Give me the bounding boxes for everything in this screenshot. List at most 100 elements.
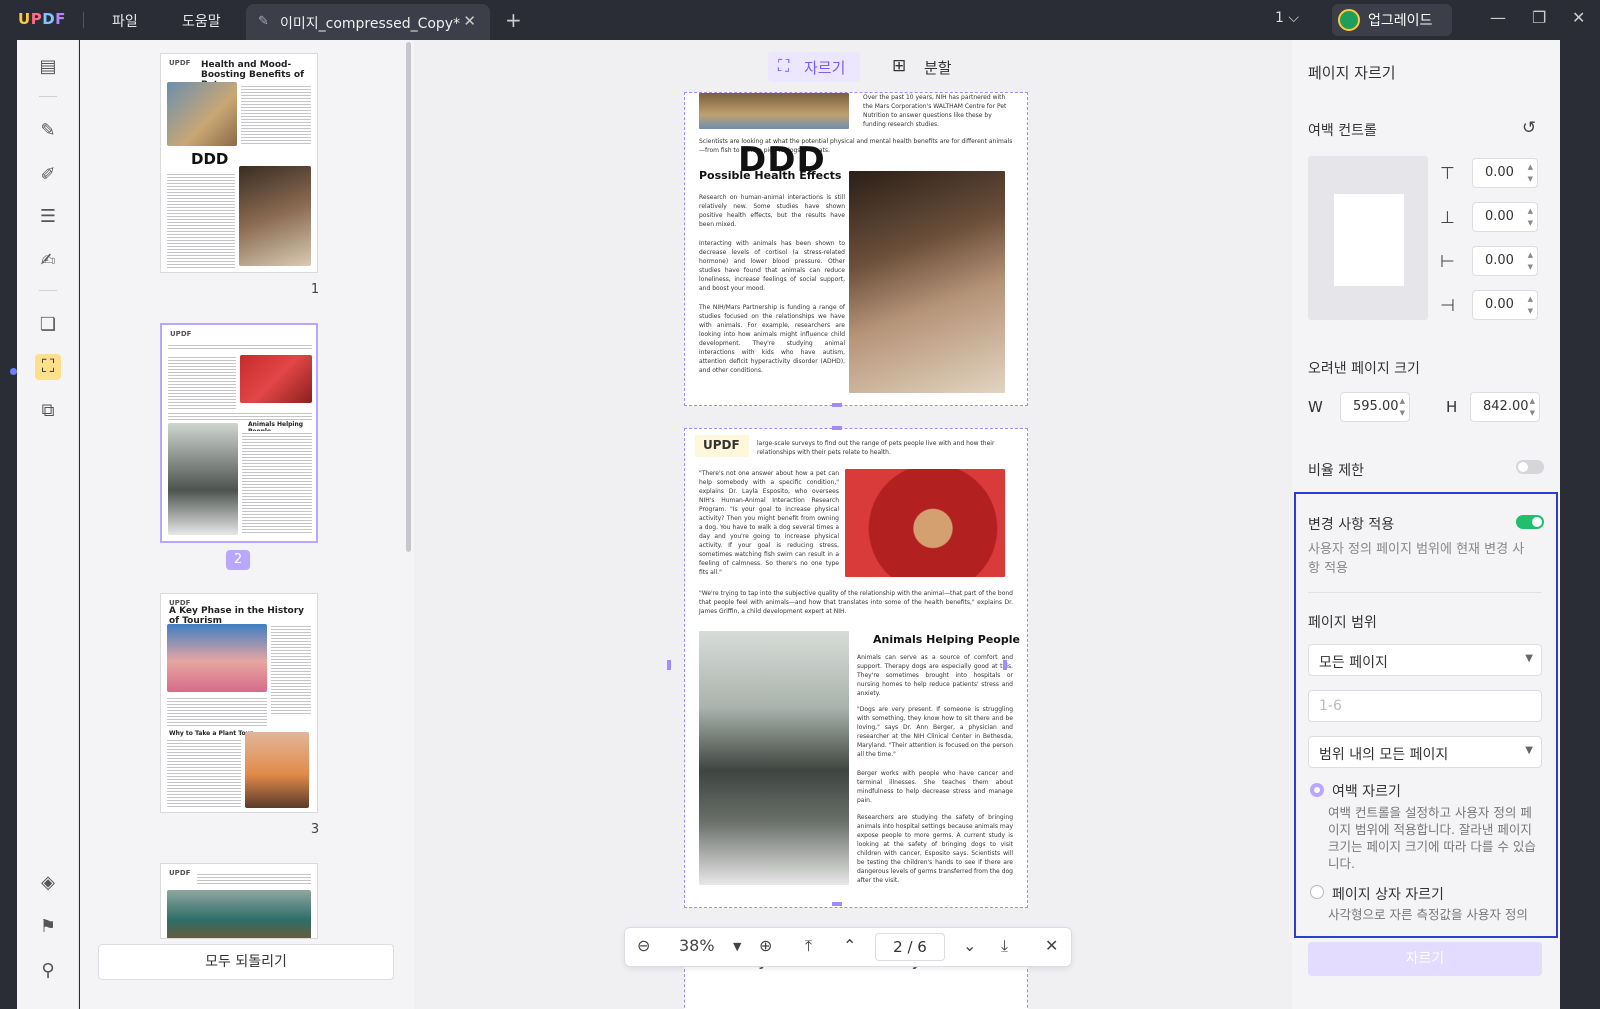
crop-mode-tab[interactable]: ⛶ 자르기 bbox=[768, 52, 860, 82]
last-page-icon[interactable]: ⤓ bbox=[1001, 936, 1008, 956]
crop-tab-label: 자르기 bbox=[804, 59, 846, 77]
reset-all-button[interactable]: 모두 되돌리기 bbox=[98, 944, 394, 980]
stepper-arrows-icon[interactable]: ▲ ▼ bbox=[1528, 249, 1533, 273]
thumb-title: A Key Phase in the History of Tourism bbox=[169, 606, 305, 626]
thumbnail-page-4[interactable]: UPDF bbox=[160, 863, 318, 939]
page2-cat-photo bbox=[699, 631, 849, 885]
stepper-arrows-icon[interactable]: ▲ ▼ bbox=[1528, 161, 1533, 185]
apply-changes-toggle[interactable] bbox=[1516, 515, 1544, 529]
menu-help[interactable]: 도움말 bbox=[182, 11, 221, 31]
thumbnail-page-1[interactable]: UPDF Health and Mood-Boosting Benefits o… bbox=[160, 53, 318, 273]
add-tab-icon[interactable]: + bbox=[505, 8, 522, 32]
app-logo: UPDF bbox=[18, 10, 66, 28]
layers-icon[interactable]: ◈ bbox=[35, 870, 61, 896]
height-input[interactable]: 842.00 ▲ ▼ bbox=[1470, 392, 1540, 422]
first-page-icon[interactable]: ⤒ bbox=[805, 936, 812, 956]
crop-handle[interactable] bbox=[832, 403, 842, 407]
page-range-label: 페이지 범위 bbox=[1308, 615, 1377, 631]
fill-sign-icon[interactable]: ✍ bbox=[35, 248, 61, 274]
attachment-icon[interactable]: ⚲ bbox=[35, 958, 61, 984]
zoom-out-icon[interactable]: ⊖ bbox=[637, 936, 650, 955]
crop-handle[interactable] bbox=[1003, 660, 1007, 670]
right-margin-input[interactable]: 0.00 ▲ ▼ bbox=[1472, 290, 1538, 320]
split-mode-tab[interactable]: ⊞ 분할 bbox=[892, 52, 976, 82]
minimize-icon[interactable]: — bbox=[1490, 8, 1506, 27]
range-placeholder: 1-6 bbox=[1319, 698, 1342, 714]
form-icon[interactable]: ☰ bbox=[35, 204, 61, 230]
preview-page bbox=[1334, 194, 1404, 286]
thumb-text bbox=[241, 84, 311, 144]
thumb-text bbox=[167, 696, 267, 726]
chevron-down-icon: ▼ bbox=[1525, 653, 1533, 664]
thumb-eiffel-photo bbox=[245, 732, 309, 808]
zoom-dropdown-icon[interactable]: ▼ bbox=[733, 940, 741, 953]
page-range-select[interactable]: 모든 페이지 ▼ bbox=[1308, 644, 1542, 676]
panel-title: 페이지 자르기 bbox=[1308, 64, 1396, 82]
tools-icon[interactable]: ⧉ bbox=[35, 398, 61, 424]
thumbnail-page-3[interactable]: UPDF A Key Phase in the History of Touri… bbox=[160, 593, 318, 813]
previous-page-icon[interactable]: ⌃ bbox=[843, 936, 856, 955]
bookmark-icon[interactable]: ⚑ bbox=[35, 914, 61, 940]
organize-icon[interactable]: ❏ bbox=[35, 312, 61, 338]
crop-margins-radio[interactable] bbox=[1310, 783, 1324, 797]
zoom-level[interactable]: 38% bbox=[679, 936, 715, 955]
comment-icon[interactable]: ✎ bbox=[35, 118, 61, 144]
section-divider bbox=[1308, 592, 1542, 593]
menu-file[interactable]: 파일 bbox=[112, 11, 138, 31]
page2-heading: Animals Helping People bbox=[873, 633, 1020, 646]
stepper-arrows-icon[interactable]: ▲ ▼ bbox=[1530, 395, 1535, 419]
zoom-in-icon[interactable]: ⊕ bbox=[759, 936, 772, 955]
crop-handle[interactable] bbox=[832, 426, 842, 430]
crop-handle[interactable] bbox=[832, 902, 842, 906]
close-zoombar-icon[interactable]: ✕ bbox=[1045, 936, 1058, 955]
reader-icon[interactable]: ▤ bbox=[35, 54, 61, 80]
range-input[interactable]: 1-6 bbox=[1308, 690, 1542, 722]
window-page-indicator[interactable]: 1 ⌵ bbox=[1275, 10, 1299, 26]
chevron-down-icon: ⌵ bbox=[1288, 10, 1299, 26]
crop-button[interactable]: 자르기 bbox=[1308, 942, 1542, 976]
page1-cat-photo bbox=[699, 93, 849, 129]
reset-margins-icon[interactable]: ↺ bbox=[1522, 118, 1536, 138]
thumbnail-scrollbar[interactable] bbox=[406, 42, 411, 552]
document-tab[interactable]: ✎ 이미지_compressed_Copy* ✕ bbox=[246, 4, 490, 40]
window-edge bbox=[1560, 40, 1600, 1009]
page-1-canvas[interactable]: Over the past 10 years, NIH has partnere… bbox=[684, 92, 1028, 406]
ratio-lock-toggle[interactable] bbox=[1516, 460, 1544, 474]
left-margin-input[interactable]: 0.00 ▲ ▼ bbox=[1472, 246, 1538, 276]
split-tab-icon: ⊞ bbox=[892, 56, 907, 76]
top-margin-input[interactable]: 0.00 ▲ ▼ bbox=[1472, 158, 1538, 188]
thumbnail-number-1: 1 bbox=[310, 282, 320, 297]
edit-icon[interactable]: ✐ bbox=[35, 162, 61, 188]
bottom-margin-icon: ⊥ bbox=[1440, 208, 1455, 228]
bottom-margin-input[interactable]: 0.00 ▲ ▼ bbox=[1472, 202, 1538, 232]
collapse-indicator[interactable] bbox=[10, 368, 17, 375]
close-window-icon[interactable]: ✕ bbox=[1572, 8, 1585, 27]
stepper-arrows-icon[interactable]: ▲ ▼ bbox=[1400, 395, 1405, 419]
thumb-text bbox=[168, 343, 312, 351]
thumbnail-panel: UPDF Health and Mood-Boosting Benefits o… bbox=[80, 40, 414, 1009]
crop-icon[interactable]: ⛶ bbox=[35, 354, 61, 380]
crop-handle[interactable] bbox=[667, 660, 671, 670]
page-number-input[interactable]: 2 / 6 bbox=[875, 933, 945, 961]
top-margin-icon: ⊤ bbox=[1440, 164, 1455, 184]
next-page-icon[interactable]: ⌄ bbox=[963, 936, 976, 955]
page2-para-3: Berger works with people who have cancer… bbox=[857, 770, 1013, 804]
range-subset-select[interactable]: 범위 내의 모든 페이지 ▼ bbox=[1308, 736, 1542, 768]
crop-margins-description: 여백 컨트롤을 설정하고 사용자 정의 페이지 범위에 적용합니다. 잘라낸 페… bbox=[1328, 805, 1536, 871]
zoom-toolbar: ⊖ 38% ▼ ⊕ ⤒ ⌃ 2 / 6 ⌄ ⤓ ✕ bbox=[624, 927, 1072, 967]
thumbnail-number-2: 2 bbox=[226, 550, 250, 570]
restore-icon[interactable]: ❐ bbox=[1532, 8, 1546, 27]
stepper-arrows-icon[interactable]: ▲ ▼ bbox=[1528, 205, 1533, 229]
crop-page-box-label: 페이지 상자 자르기 bbox=[1332, 887, 1444, 903]
page-2-canvas[interactable]: UPDF large-scale surveys to find out the… bbox=[684, 428, 1028, 908]
thumbnail-page-2[interactable]: UPDF Animals Helping People bbox=[160, 323, 318, 543]
upgrade-button[interactable]: 업그레이드 bbox=[1332, 4, 1452, 36]
stepper-arrows-icon[interactable]: ▲ ▼ bbox=[1528, 293, 1533, 317]
window-page-number: 1 bbox=[1275, 10, 1284, 26]
thumb-logo: UPDF bbox=[169, 59, 191, 67]
close-tab-icon[interactable]: ✕ bbox=[463, 12, 476, 30]
page2-quote-1: "There's not one answer about how a pet … bbox=[699, 470, 839, 576]
thumb-text bbox=[168, 355, 236, 409]
crop-page-box-radio[interactable] bbox=[1310, 885, 1324, 899]
width-input[interactable]: 595.00 ▲ ▼ bbox=[1340, 392, 1410, 422]
